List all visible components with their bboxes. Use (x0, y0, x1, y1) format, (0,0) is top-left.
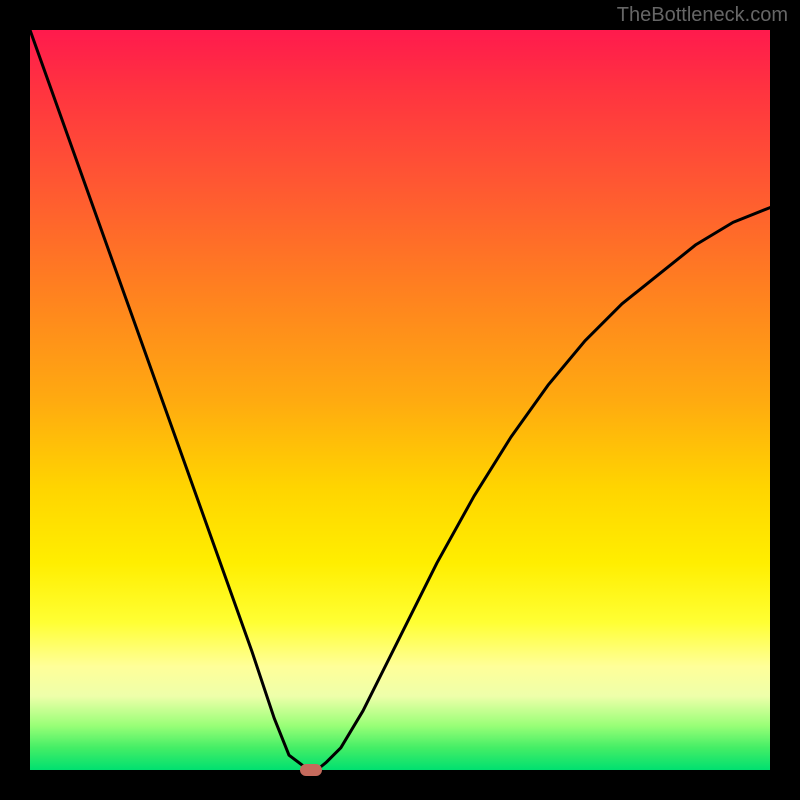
chart-plot-area (30, 30, 770, 770)
minimum-point-marker (300, 764, 322, 776)
bottleneck-curve (30, 30, 770, 770)
watermark-text: TheBottleneck.com (617, 4, 788, 27)
